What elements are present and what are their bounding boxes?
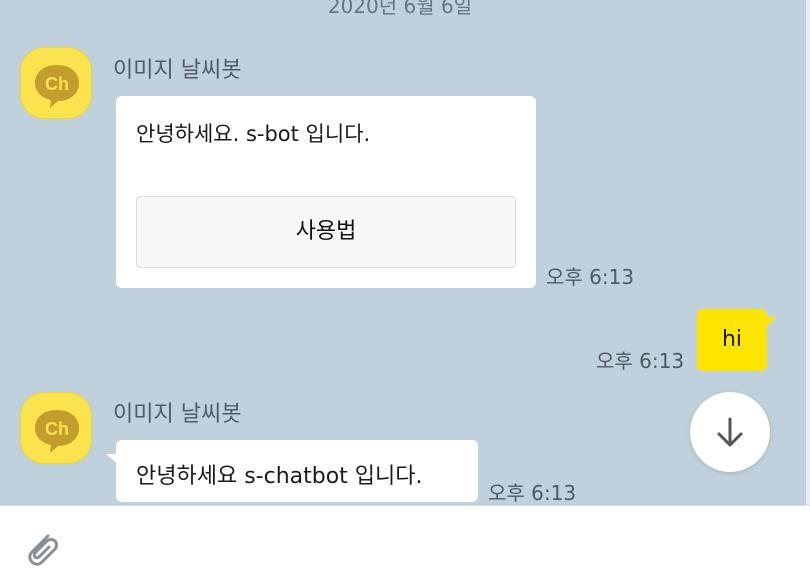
message-time: 오후 6:13 bbox=[546, 265, 635, 289]
message-time: 오후 6:13 bbox=[596, 349, 685, 373]
card-text: 안녕하세요. s-bot 입니다. bbox=[136, 122, 371, 146]
sender-name: 이미지 날씨봇 bbox=[113, 58, 242, 83]
arrow-down-icon bbox=[717, 417, 743, 447]
bubble-tail bbox=[106, 454, 120, 466]
my-message-bubble: hi bbox=[697, 309, 777, 371]
scrollbar-track[interactable] bbox=[806, 0, 810, 505]
avatar-text: Ch bbox=[45, 74, 69, 94]
bot-card-message: 안녕하세요. s-bot 입니다. 사용법 bbox=[116, 96, 536, 288]
channel-logo-icon: Ch bbox=[35, 410, 79, 453]
message-time: 오후 6:13 bbox=[488, 481, 577, 505]
bot-message-bubble: 안녕하세요 s-chatbot 입니다. bbox=[106, 440, 478, 502]
bot-avatar[interactable]: Ch bbox=[20, 392, 92, 464]
chat-area[interactable]: 2020년 6월 6일 Ch 이미지 날씨봇 안녕하세요. s-bot 입니다.… bbox=[0, 0, 810, 505]
bot-message-text: 안녕하세요 s-chatbot 입니다. bbox=[136, 464, 423, 489]
attach-button[interactable] bbox=[18, 524, 62, 568]
avatar-text: Ch bbox=[45, 419, 69, 439]
channel-logo-icon: Ch bbox=[35, 65, 79, 108]
usage-button[interactable]: 사용법 bbox=[136, 196, 516, 268]
bot-avatar[interactable]: Ch bbox=[20, 47, 92, 119]
date-divider: 2020년 6월 6일 bbox=[20, 0, 780, 18]
scroll-down-button[interactable] bbox=[690, 392, 770, 472]
paperclip-icon bbox=[28, 534, 58, 566]
input-bar[interactable] bbox=[0, 505, 810, 574]
bubble-tail bbox=[763, 317, 777, 329]
sender-name: 이미지 날씨봇 bbox=[113, 402, 242, 427]
my-message-text: hi bbox=[721, 327, 743, 352]
date-label: 2020년 6월 6일 bbox=[327, 0, 473, 18]
